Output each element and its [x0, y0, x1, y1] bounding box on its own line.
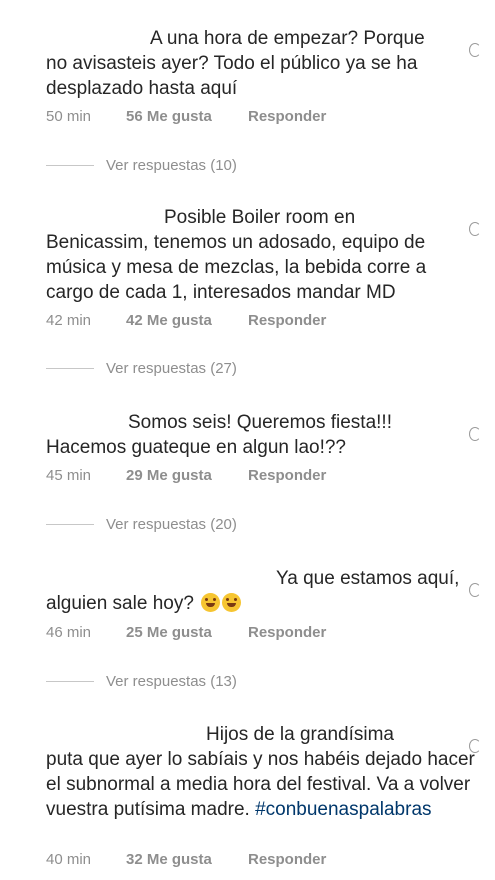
- comment-meta: 42 min 42 Me gusta Responder: [46, 312, 326, 329]
- comment-time: 40 min: [46, 851, 92, 868]
- comment-meta: 50 min 56 Me gusta Responder: [46, 108, 326, 125]
- likes-button[interactable]: 42 Me gusta: [126, 312, 248, 329]
- comment: Ya que estamos aquí, alguien sale hoy?: [46, 566, 481, 616]
- heart-outline-icon[interactable]: [469, 43, 481, 57]
- comment-time: 42 min: [46, 312, 92, 329]
- divider: [46, 524, 94, 525]
- comment-text: Posible Boiler room en Benicassim, tenem…: [46, 205, 475, 305]
- comment-first-line: Hijos de la grandísima: [206, 724, 394, 745]
- view-replies-button[interactable]: Ver respuestas (27): [46, 360, 237, 377]
- likes-button[interactable]: 32 Me gusta: [126, 851, 248, 868]
- likes-button[interactable]: 56 Me gusta: [126, 108, 248, 125]
- comment-meta: 46 min 25 Me gusta Responder: [46, 624, 326, 641]
- heart-outline-icon[interactable]: [469, 739, 481, 753]
- comment-text: Somos seis! Queremos fiesta!!! Hacemos g…: [46, 410, 475, 460]
- reply-button[interactable]: Responder: [248, 624, 326, 641]
- comment-meta: 45 min 29 Me gusta Responder: [46, 467, 326, 484]
- reply-button[interactable]: Responder: [248, 467, 326, 484]
- comment-first-line: Posible Boiler room en: [164, 207, 356, 228]
- comment: Somos seis! Queremos fiesta!!! Hacemos g…: [46, 410, 481, 460]
- likes-button[interactable]: 25 Me gusta: [126, 624, 248, 641]
- comment-text: Ya que estamos aquí, alguien sale hoy?: [46, 566, 475, 616]
- comment-text: A una hora de empezar? Porque no avisast…: [46, 26, 475, 101]
- comment: Hijos de la grandísima puta que ayer lo …: [46, 722, 481, 822]
- view-replies-label: Ver respuestas (13): [106, 673, 237, 690]
- divider: [46, 368, 94, 369]
- view-replies-button[interactable]: Ver respuestas (20): [46, 516, 237, 533]
- view-replies-label: Ver respuestas (10): [106, 157, 237, 174]
- reply-button[interactable]: Responder: [248, 851, 326, 868]
- comment-meta: 40 min 32 Me gusta Responder: [46, 851, 326, 868]
- likes-button[interactable]: 29 Me gusta: [126, 467, 248, 484]
- comment-time: 45 min: [46, 467, 92, 484]
- comment-time: 50 min: [46, 108, 92, 125]
- comment-body: no avisasteis ayer? Todo el público ya s…: [46, 53, 418, 99]
- comment-text: Hijos de la grandísima puta que ayer lo …: [46, 722, 475, 822]
- view-replies-button[interactable]: Ver respuestas (13): [46, 673, 237, 690]
- comment-body: alguien sale hoy?: [46, 593, 194, 614]
- comment-first-line: Ya que estamos aquí,: [276, 568, 460, 589]
- heart-outline-icon[interactable]: [469, 427, 481, 441]
- comment-time: 46 min: [46, 624, 92, 641]
- comment-body: Benicassim, tenemos un adosado, equipo d…: [46, 232, 427, 303]
- comment-first-line: Somos seis! Queremos fiesta!!!: [128, 412, 392, 433]
- hashtag-link[interactable]: #conbuenaspalabras: [255, 799, 431, 820]
- heart-outline-icon[interactable]: [469, 583, 481, 597]
- reply-button[interactable]: Responder: [248, 312, 326, 329]
- divider: [46, 165, 94, 166]
- comment-body: Hacemos guateque en algun lao!??: [46, 437, 347, 458]
- heart-outline-icon[interactable]: [469, 222, 481, 236]
- comment-first-line: A una hora de empezar? Porque: [150, 28, 425, 49]
- comment: A una hora de empezar? Porque no avisast…: [46, 26, 481, 101]
- view-replies-button[interactable]: Ver respuestas (10): [46, 157, 237, 174]
- grinning-sweat-emoji-icon: [201, 593, 221, 612]
- comment: Posible Boiler room en Benicassim, tenem…: [46, 205, 481, 305]
- view-replies-label: Ver respuestas (27): [106, 360, 237, 377]
- grinning-sweat-emoji-icon: [222, 593, 242, 612]
- divider: [46, 681, 94, 682]
- reply-button[interactable]: Responder: [248, 108, 326, 125]
- view-replies-label: Ver respuestas (20): [106, 516, 237, 533]
